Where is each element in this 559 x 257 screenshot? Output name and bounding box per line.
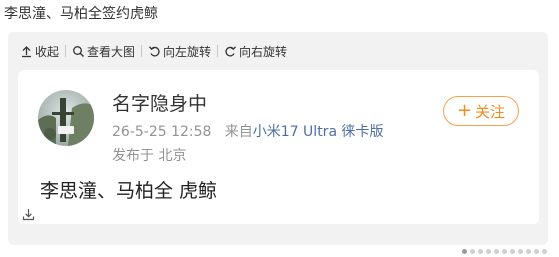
view-large-label: 查看大图	[87, 44, 136, 59]
magnifier-icon	[73, 45, 85, 57]
rotate-left-label: 向左旋转	[163, 44, 212, 59]
carousel-dot[interactable]	[510, 249, 515, 254]
avatar-image	[38, 90, 94, 146]
carousel-dot[interactable]	[462, 249, 467, 254]
collapse-icon	[22, 45, 31, 57]
rotate-left-button[interactable]: 向左旋转	[148, 43, 211, 60]
plus-icon: +	[456, 100, 473, 121]
carousel-dot[interactable]	[486, 249, 491, 254]
collapse-button[interactable]: 收起	[20, 43, 59, 60]
image-viewer-panel: 收起 查看大图 向左旋转 向右旋转 名字隐身中 26-5-25 12:58 来自…	[8, 32, 548, 245]
username[interactable]: 名字隐身中	[112, 92, 207, 116]
carousel-dot[interactable]	[502, 249, 507, 254]
post-text: 李思潼、马柏全签约虎鲸	[4, 6, 158, 22]
post-location: 发布于 北京	[112, 147, 186, 165]
carousel-dot[interactable]	[534, 249, 539, 254]
source-prefix: 来自	[224, 124, 253, 140]
rotate-right-button[interactable]: 向右旋转	[224, 43, 287, 60]
toolbar-divider	[141, 45, 143, 57]
toolbar-divider	[217, 45, 219, 57]
card-body-text: 李思潼、马柏全 虎鲸	[40, 180, 218, 202]
avatar[interactable]	[38, 90, 94, 146]
collapse-label: 收起	[35, 44, 60, 59]
carousel-dot[interactable]	[494, 249, 499, 254]
screenshot-card: 名字隐身中 26-5-25 12:58 来自小米17 Ultra 徕卡版 发布于…	[18, 70, 539, 224]
carousel-indicator	[462, 249, 550, 254]
post-meta: 26-5-25 12:58 来自小米17 Ultra 徕卡版	[112, 123, 383, 141]
device-source-link[interactable]: 小米17 Ultra 徕卡版	[253, 124, 384, 140]
post-timestamp: 26-5-25 12:58	[112, 124, 212, 140]
download-icon[interactable]	[22, 208, 35, 221]
carousel-dot[interactable]	[470, 249, 475, 254]
carousel-dot[interactable]	[478, 249, 483, 254]
rotate-right-icon	[225, 45, 237, 56]
location-prefix: 发布于	[112, 148, 154, 164]
image-toolbar: 收起 查看大图 向左旋转 向右旋转	[20, 42, 287, 60]
location-value: 北京	[158, 148, 187, 164]
carousel-dot[interactable]	[542, 249, 547, 254]
rotate-right-label: 向右旋转	[239, 44, 288, 59]
toolbar-divider	[65, 45, 67, 57]
rotate-left-icon	[149, 45, 160, 56]
view-large-button[interactable]: 查看大图	[72, 43, 135, 60]
follow-button[interactable]: + 关注	[443, 96, 519, 126]
carousel-dot[interactable]	[526, 249, 531, 254]
carousel-dot[interactable]	[518, 249, 523, 254]
follow-label: 关注	[475, 102, 506, 121]
